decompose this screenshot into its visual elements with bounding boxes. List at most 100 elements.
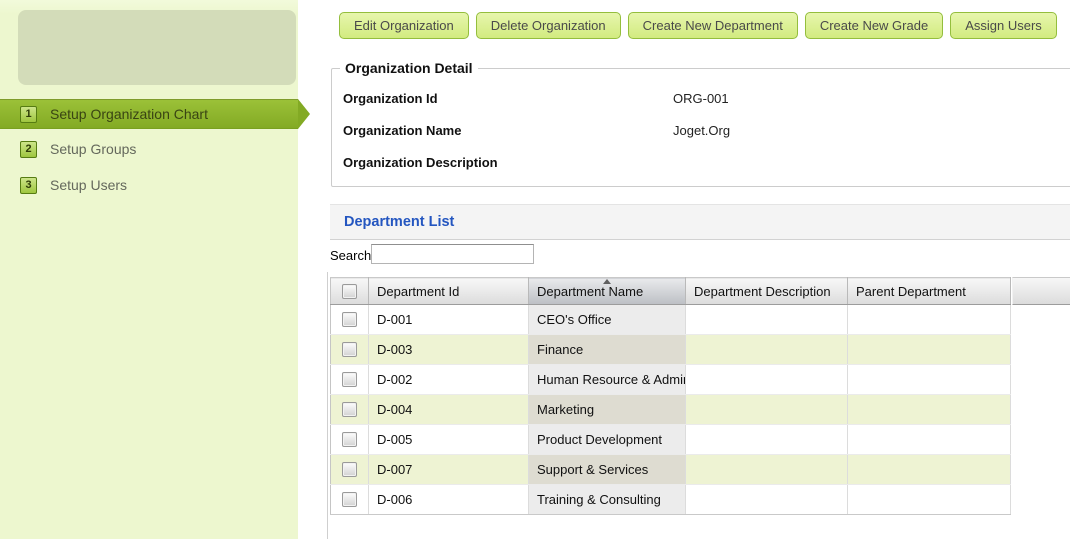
create-new-grade-button[interactable]: Create New Grade [805,12,943,39]
toolbar: Edit Organization Delete Organization Crea… [339,12,1057,39]
create-new-department-button[interactable]: Create New Department [628,12,798,39]
detail-field-value: Joget.Org [673,123,730,143]
table-row: D-003Finance [331,335,1011,365]
detail-row: Organization Description [332,155,1070,175]
column-header-department-name[interactable]: Department Name [529,278,686,305]
department-description-cell [686,395,848,425]
department-id-cell: D-003 [369,335,529,365]
assign-users-button[interactable]: Assign Users [950,12,1057,39]
department-description-cell [686,425,848,455]
table-row: D-002Human Resource & Admin [331,365,1011,395]
department-name-cell: Product Development [529,425,686,455]
department-description-cell [686,305,848,335]
column-header-department-id[interactable]: Department Id [369,278,529,305]
department-name-cell: Marketing [529,395,686,425]
row-checkbox[interactable] [342,432,357,447]
step-number-badge: 1 [20,106,37,123]
department-id-cell: D-005 [369,425,529,455]
table-container-left-border [327,272,328,539]
search-label: Search [330,248,371,263]
department-list-header-bar: Department List [330,204,1070,240]
step-number-badge: 3 [20,177,37,194]
parent-department-cell [848,305,1011,335]
parent-department-cell [848,425,1011,455]
row-select-cell[interactable] [331,305,369,335]
department-description-cell [686,485,848,515]
organization-detail-legend: Organization Detail [340,60,478,76]
row-select-cell[interactable] [331,335,369,365]
detail-field-label: Organization Id [332,91,673,111]
organization-detail-fieldset: Organization Detail Organization IdORG-0… [331,68,1070,187]
row-checkbox[interactable] [342,342,357,357]
parent-department-cell [848,485,1011,515]
column-header-department-description[interactable]: Department Description [686,278,848,305]
detail-field-label: Organization Name [332,123,673,143]
table-header-filler [1012,277,1070,305]
table-row: D-006Training & Consulting [331,485,1011,515]
department-table-header: Department Id Department Name Department D… [331,278,1011,305]
department-name-cell: Support & Services [529,455,686,485]
row-select-cell[interactable] [331,365,369,395]
department-description-cell [686,335,848,365]
department-table-body: D-001CEO's OfficeD-003FinanceD-002Human … [331,305,1011,515]
department-id-cell: D-007 [369,455,529,485]
organization-detail-fields: Organization IdORG-001Organization NameJ… [332,69,1070,175]
department-description-cell [686,455,848,485]
column-header-label: Department Description [694,284,831,299]
row-checkbox[interactable] [342,492,357,507]
department-id-cell: D-006 [369,485,529,515]
table-header-row: Department Id Department Name Department D… [331,278,1011,305]
department-id-cell: D-004 [369,395,529,425]
parent-department-cell [848,335,1011,365]
row-checkbox[interactable] [342,402,357,417]
row-select-cell[interactable] [331,485,369,515]
row-select-cell[interactable] [331,395,369,425]
sidebar-item-label: Setup Users [50,177,127,193]
select-all-header-cell[interactable] [331,278,369,305]
edit-organization-button[interactable]: Edit Organization [339,12,469,39]
setup-steps-nav: 1 Setup Organization Chart 2 Setup Groups 3S… [0,99,298,207]
search-input[interactable] [371,244,534,264]
delete-organization-button[interactable]: Delete Organization [476,12,621,39]
joget-organization-setup-page: 1Setup Organization Chart2Setup Groups3S… [0,0,1070,539]
column-header-label: Department Name [537,284,643,299]
detail-row: Organization NameJoget.Org [332,123,1070,143]
table-row: D-007Support & Services [331,455,1011,485]
sidebar: 1 Setup Organization Chart 2 Setup Groups 3S… [0,0,298,539]
table-row: D-005Product Development [331,425,1011,455]
column-header-label: Department Id [377,284,459,299]
parent-department-cell [848,395,1011,425]
row-select-cell[interactable] [331,425,369,455]
parent-department-cell [848,365,1011,395]
department-name-cell: Human Resource & Admin [529,365,686,395]
step-number-badge: 2 [20,141,37,158]
row-checkbox[interactable] [342,462,357,477]
department-name-cell: Finance [529,335,686,365]
department-id-cell: D-002 [369,365,529,395]
sidebar-item-setup-groups[interactable]: 2 Setup Groups [0,135,298,163]
detail-field-label: Organization Description [332,155,673,175]
logo-placeholder [18,10,296,85]
row-checkbox[interactable] [342,312,357,327]
department-id-cell: D-001 [369,305,529,335]
sidebar-item-setup-users[interactable]: 3 Setup Users [0,171,298,199]
row-select-cell[interactable] [331,455,369,485]
department-name-cell: CEO's Office [529,305,686,335]
department-name-cell: Training & Consulting [529,485,686,515]
caret-up-icon [603,279,611,284]
table-row: D-001CEO's Office [331,305,1011,335]
column-header-label: Parent Department [856,284,966,299]
select-all-checkbox[interactable] [342,284,357,299]
parent-department-cell [848,455,1011,485]
department-table: Department Id Department Name Department D… [330,277,1011,515]
department-description-cell [686,365,848,395]
sidebar-item-label: Setup Organization Chart [50,106,208,122]
detail-row: Organization IdORG-001 [332,91,1070,111]
department-list-title: Department List [330,205,454,239]
row-checkbox[interactable] [342,372,357,387]
sidebar-item-label: Setup Groups [50,141,136,157]
table-row: D-004Marketing [331,395,1011,425]
detail-field-value: ORG-001 [673,91,729,111]
column-header-parent-department[interactable]: Parent Department [848,278,1011,305]
sidebar-item-setup-organization-chart[interactable]: 1 Setup Organization Chart [0,99,298,129]
